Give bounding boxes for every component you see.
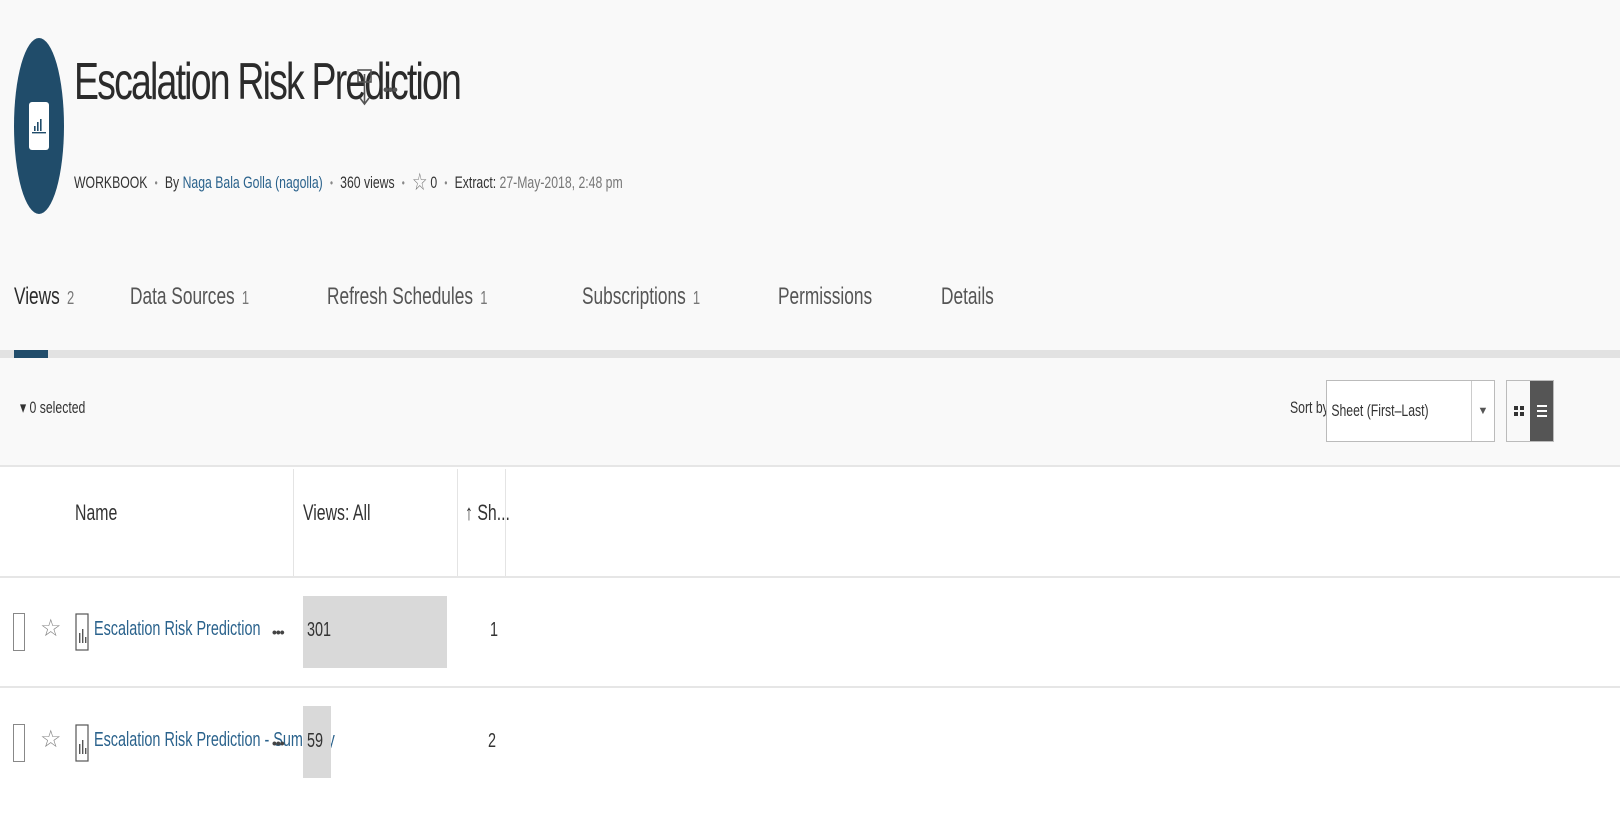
sort-by-label: Sort by bbox=[1290, 398, 1329, 417]
views-count: 360 views bbox=[340, 172, 395, 192]
view-name-link[interactable]: Escalation Risk Prediction - Summary bbox=[94, 729, 335, 752]
views-table bbox=[0, 467, 1620, 817]
tab-count: 1 bbox=[480, 288, 488, 308]
page-title: Escalation Risk Prediction bbox=[74, 53, 462, 111]
more-actions-button[interactable]: ••• bbox=[383, 82, 398, 100]
tab-label: Views bbox=[14, 283, 60, 310]
tab-count: 1 bbox=[241, 288, 249, 308]
selection-dropdown[interactable]: ▾ 0 selected bbox=[20, 398, 85, 418]
chevron-down-icon: ▼ bbox=[1471, 381, 1494, 441]
sheet-number: 1 bbox=[490, 619, 499, 641]
column-header-name[interactable]: Name bbox=[75, 500, 117, 526]
download-icon[interactable] bbox=[357, 68, 373, 113]
tab-label: Data Sources bbox=[129, 283, 235, 310]
tab-label: Subscriptions bbox=[581, 283, 686, 310]
tab-count: 2 bbox=[66, 288, 75, 308]
tab-count: 1 bbox=[692, 288, 700, 308]
views-value: 59 bbox=[307, 730, 324, 752]
owner-link[interactable]: Naga Bala Golla (nagolla) bbox=[183, 173, 323, 193]
row-checkbox[interactable] bbox=[13, 724, 25, 762]
extract-label: Extract: bbox=[454, 172, 497, 192]
sheet-number: 2 bbox=[488, 730, 497, 752]
grid-view-button[interactable] bbox=[1507, 381, 1530, 441]
list-icon bbox=[1536, 405, 1547, 417]
list-view-button[interactable] bbox=[1530, 381, 1553, 441]
sheet-icon bbox=[75, 613, 89, 656]
row-more-button[interactable]: ••• bbox=[272, 624, 285, 640]
title-actions: ••• bbox=[357, 68, 398, 113]
column-header-views[interactable]: Views: All bbox=[303, 500, 371, 526]
view-name-link[interactable]: Escalation Risk Prediction bbox=[94, 618, 260, 641]
view-mode-toggle bbox=[1506, 380, 1554, 442]
views-value: 301 bbox=[307, 619, 332, 641]
workbook-icon bbox=[14, 38, 64, 214]
tab-label: Refresh Schedules bbox=[327, 283, 474, 310]
tab-views[interactable]: Views 2 bbox=[14, 283, 74, 311]
row-more-button[interactable]: ••• bbox=[272, 735, 285, 751]
type-label: WORKBOOK bbox=[74, 172, 148, 192]
row-checkbox[interactable] bbox=[13, 613, 25, 651]
tab-underline bbox=[0, 350, 1620, 358]
favorite-star-icon[interactable]: ☆ bbox=[412, 168, 427, 197]
sort-value: Sheet (First–Last) bbox=[1331, 401, 1429, 420]
chart-icon bbox=[32, 119, 46, 134]
sort-select[interactable]: Sheet (First–Last) ▼ bbox=[1326, 380, 1495, 442]
tab-label: Details bbox=[940, 283, 994, 310]
tab-subscriptions[interactable]: Subscriptions 1 bbox=[582, 283, 700, 311]
workbook-meta: WORKBOOK • By Naga Bala Golla (nagolla) … bbox=[74, 168, 623, 197]
column-header-sheet[interactable]: ↑ Sh... bbox=[465, 500, 510, 526]
header-divider bbox=[0, 576, 1620, 578]
tab-bar: Views 2 Data Sources 1 Refresh Schedules 1 … bbox=[14, 283, 1046, 311]
by-label: By bbox=[164, 172, 180, 192]
tab-details[interactable]: Details bbox=[941, 283, 994, 311]
tab-refresh-schedules[interactable]: Refresh Schedules 1 bbox=[327, 283, 487, 311]
tab-data-sources[interactable]: Data Sources 1 bbox=[130, 283, 249, 311]
extract-date: 27-May-2018, 2:48 pm bbox=[499, 172, 623, 192]
favorites-count: 0 bbox=[430, 172, 438, 192]
tab-active-indicator bbox=[14, 350, 48, 358]
tab-label: Permissions bbox=[777, 283, 873, 310]
column-divider[interactable] bbox=[293, 469, 294, 577]
sheet-icon bbox=[75, 724, 89, 767]
column-divider[interactable] bbox=[457, 469, 458, 577]
row-divider bbox=[0, 686, 1620, 688]
tab-permissions[interactable]: Permissions bbox=[778, 283, 872, 311]
favorite-star-icon[interactable]: ☆ bbox=[40, 614, 62, 643]
column-divider[interactable] bbox=[505, 469, 506, 577]
grid-icon bbox=[1513, 406, 1524, 416]
favorite-star-icon[interactable]: ☆ bbox=[40, 725, 62, 754]
